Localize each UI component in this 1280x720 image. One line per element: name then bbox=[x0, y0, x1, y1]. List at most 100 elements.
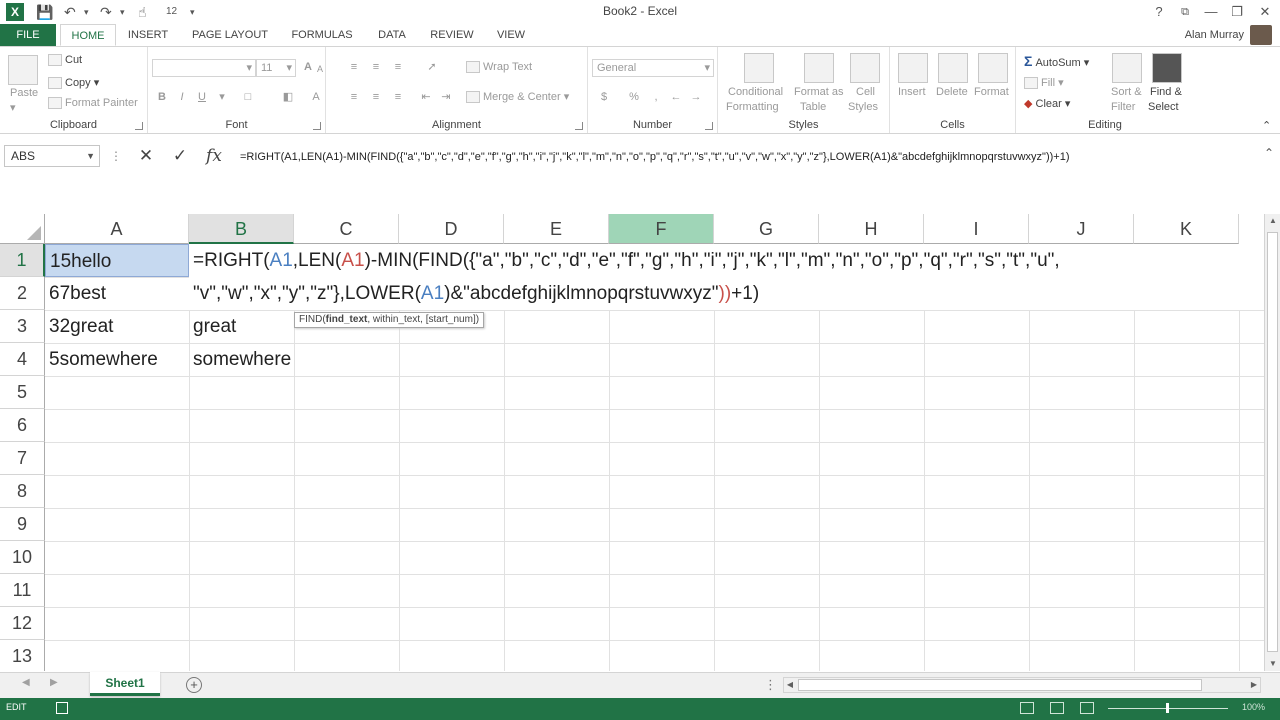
font-launcher-icon[interactable] bbox=[313, 122, 321, 130]
column-header-k[interactable]: K bbox=[1134, 214, 1239, 244]
row-header-1[interactable]: 1 bbox=[0, 244, 45, 277]
row-header-7[interactable]: 7 bbox=[0, 442, 45, 475]
percent-style-button[interactable]: % bbox=[626, 89, 642, 105]
tab-view[interactable]: VIEW bbox=[488, 24, 534, 46]
column-header-d[interactable]: D bbox=[399, 214, 504, 244]
delete-cells-button[interactable]: Delete bbox=[936, 86, 968, 98]
sort-filter-label[interactable]: Sort & bbox=[1111, 86, 1142, 98]
page-break-view-icon[interactable] bbox=[1080, 702, 1094, 714]
format-as-table-icon[interactable] bbox=[804, 53, 834, 83]
cell-b4[interactable]: somewhere bbox=[189, 343, 291, 376]
format-painter-button[interactable]: Format Painter bbox=[48, 97, 138, 110]
cell-styles-label[interactable]: Cell bbox=[856, 86, 875, 98]
scroll-up-icon[interactable]: ▲ bbox=[1265, 214, 1280, 228]
row-header-11[interactable]: 11 bbox=[0, 574, 45, 607]
column-header-g[interactable]: G bbox=[714, 214, 819, 244]
find-select-icon[interactable] bbox=[1152, 53, 1182, 83]
name-box[interactable]: ABS ▼ bbox=[4, 145, 100, 167]
insert-function-icon[interactable]: fx bbox=[202, 146, 226, 166]
tab-insert[interactable]: INSERT bbox=[120, 24, 176, 46]
tab-formulas[interactable]: FORMULAS bbox=[284, 24, 360, 46]
cell-a3[interactable]: 32great bbox=[45, 310, 113, 343]
tab-file[interactable]: FILE bbox=[0, 24, 56, 46]
ribbon-display-options-button[interactable]: ⧉ bbox=[1172, 2, 1198, 22]
align-right-icon[interactable]: ≡ bbox=[390, 89, 406, 105]
format-cells-icon[interactable] bbox=[978, 53, 1008, 83]
fill-color-icon[interactable]: ◧ bbox=[280, 89, 296, 105]
cell-b3[interactable]: great bbox=[189, 310, 236, 343]
font-name-dropdown[interactable]: ▾ bbox=[152, 59, 256, 77]
cell-a2[interactable]: 67best bbox=[45, 277, 106, 310]
macro-recording-icon[interactable] bbox=[56, 702, 68, 714]
row-header-6[interactable]: 6 bbox=[0, 409, 45, 442]
sort-filter-label2[interactable]: Filter bbox=[1111, 101, 1135, 113]
row-header-8[interactable]: 8 bbox=[0, 475, 45, 508]
align-center-icon[interactable]: ≡ bbox=[368, 89, 384, 105]
help-button[interactable]: ? bbox=[1146, 2, 1172, 22]
add-sheet-button[interactable]: + bbox=[186, 677, 202, 693]
decrease-indent-icon[interactable]: ⇤ bbox=[418, 89, 434, 105]
row-header-4[interactable]: 4 bbox=[0, 343, 45, 376]
column-header-c[interactable]: C bbox=[294, 214, 399, 244]
orientation-icon[interactable]: ➚ bbox=[424, 59, 440, 75]
function-tooltip[interactable]: FIND(find_text, within_text, [start_num]… bbox=[294, 312, 485, 328]
conditional-formatting-label[interactable]: Conditional bbox=[728, 86, 783, 98]
column-header-f[interactable]: F bbox=[609, 214, 714, 244]
merge-center-button[interactable]: Merge & Center ▾ bbox=[466, 90, 569, 104]
horizontal-scroll-thumb[interactable] bbox=[798, 679, 1202, 691]
column-header-j[interactable]: J bbox=[1029, 214, 1134, 244]
tab-split-handle-icon[interactable]: ⋮ bbox=[764, 677, 777, 693]
name-box-dropdown-icon[interactable]: ▼ bbox=[86, 146, 95, 166]
tab-review[interactable]: REVIEW bbox=[424, 24, 480, 46]
tab-page-layout[interactable]: PAGE LAYOUT bbox=[186, 24, 274, 46]
increase-decimal-icon[interactable]: ← bbox=[668, 89, 684, 105]
number-launcher-icon[interactable] bbox=[705, 122, 713, 130]
autosum-button[interactable]: Σ AutoSum ▾ bbox=[1024, 53, 1089, 69]
font-color-icon[interactable]: A bbox=[308, 89, 324, 105]
accounting-format-icon[interactable]: $ bbox=[596, 89, 612, 105]
cell-b1-editor[interactable]: =RIGHT(A1,LEN(A1)-MIN(FIND({"a","b","c",… bbox=[189, 244, 1265, 277]
underline-button[interactable]: U bbox=[194, 89, 210, 105]
scroll-down-icon[interactable]: ▼ bbox=[1265, 657, 1280, 671]
cell-a4[interactable]: 5somewhere bbox=[45, 343, 158, 376]
find-select-label2[interactable]: Select bbox=[1148, 101, 1179, 113]
enter-icon[interactable]: ✓ bbox=[168, 146, 192, 166]
select-all-button[interactable] bbox=[0, 214, 45, 244]
bold-button[interactable]: B bbox=[154, 89, 170, 105]
align-top-icon[interactable]: ≡ bbox=[346, 59, 362, 75]
comma-style-button[interactable]: , bbox=[648, 89, 664, 105]
column-header-b[interactable]: B bbox=[189, 214, 294, 244]
zoom-slider-knob[interactable] bbox=[1166, 703, 1169, 713]
maximize-button[interactable]: ❐ bbox=[1224, 2, 1250, 22]
underline-dropdown-icon[interactable]: ▾ bbox=[214, 89, 230, 105]
user-name[interactable]: Alan Murray bbox=[1185, 24, 1244, 46]
insert-cells-button[interactable]: Insert bbox=[898, 86, 926, 98]
collapse-ribbon-icon[interactable]: ⌃ bbox=[1262, 119, 1271, 132]
row-header-9[interactable]: 9 bbox=[0, 508, 45, 541]
row-header-13[interactable]: 13 bbox=[0, 640, 45, 671]
format-cells-button[interactable]: Format bbox=[974, 86, 1009, 98]
avatar[interactable] bbox=[1250, 25, 1272, 45]
italic-button[interactable]: I bbox=[174, 89, 190, 105]
next-sheet-icon[interactable]: ▶ bbox=[50, 677, 58, 688]
row-header-10[interactable]: 10 bbox=[0, 541, 45, 574]
wrap-text-button[interactable]: Wrap Text bbox=[466, 61, 532, 74]
align-left-icon[interactable]: ≡ bbox=[346, 89, 362, 105]
fill-button[interactable]: Fill ▾ bbox=[1024, 76, 1064, 90]
horizontal-scrollbar[interactable]: ◀ ▶ bbox=[783, 677, 1261, 693]
paste-icon[interactable] bbox=[8, 55, 38, 85]
clear-button[interactable]: ◆ Clear ▾ bbox=[1024, 97, 1070, 110]
conditional-formatting-label2[interactable]: Formatting bbox=[726, 101, 779, 113]
sort-filter-icon[interactable] bbox=[1112, 53, 1142, 83]
sheet-tab-sheet1[interactable]: Sheet1 bbox=[90, 672, 160, 696]
worksheet-grid[interactable]: A B C D E F G H I J K 1 2 3 4 5 6 7 8 9 … bbox=[0, 214, 1280, 671]
cell-a1[interactable]: 15hello bbox=[45, 244, 189, 277]
decrease-decimal-icon[interactable]: → bbox=[688, 89, 704, 105]
align-middle-icon[interactable]: ≡ bbox=[368, 59, 384, 75]
scroll-left-icon[interactable]: ◀ bbox=[784, 678, 796, 692]
row-header-5[interactable]: 5 bbox=[0, 376, 45, 409]
page-layout-view-icon[interactable] bbox=[1050, 702, 1064, 714]
cell-styles-label2[interactable]: Styles bbox=[848, 101, 878, 113]
cell-styles-icon[interactable] bbox=[850, 53, 880, 83]
column-header-h[interactable]: H bbox=[819, 214, 924, 244]
